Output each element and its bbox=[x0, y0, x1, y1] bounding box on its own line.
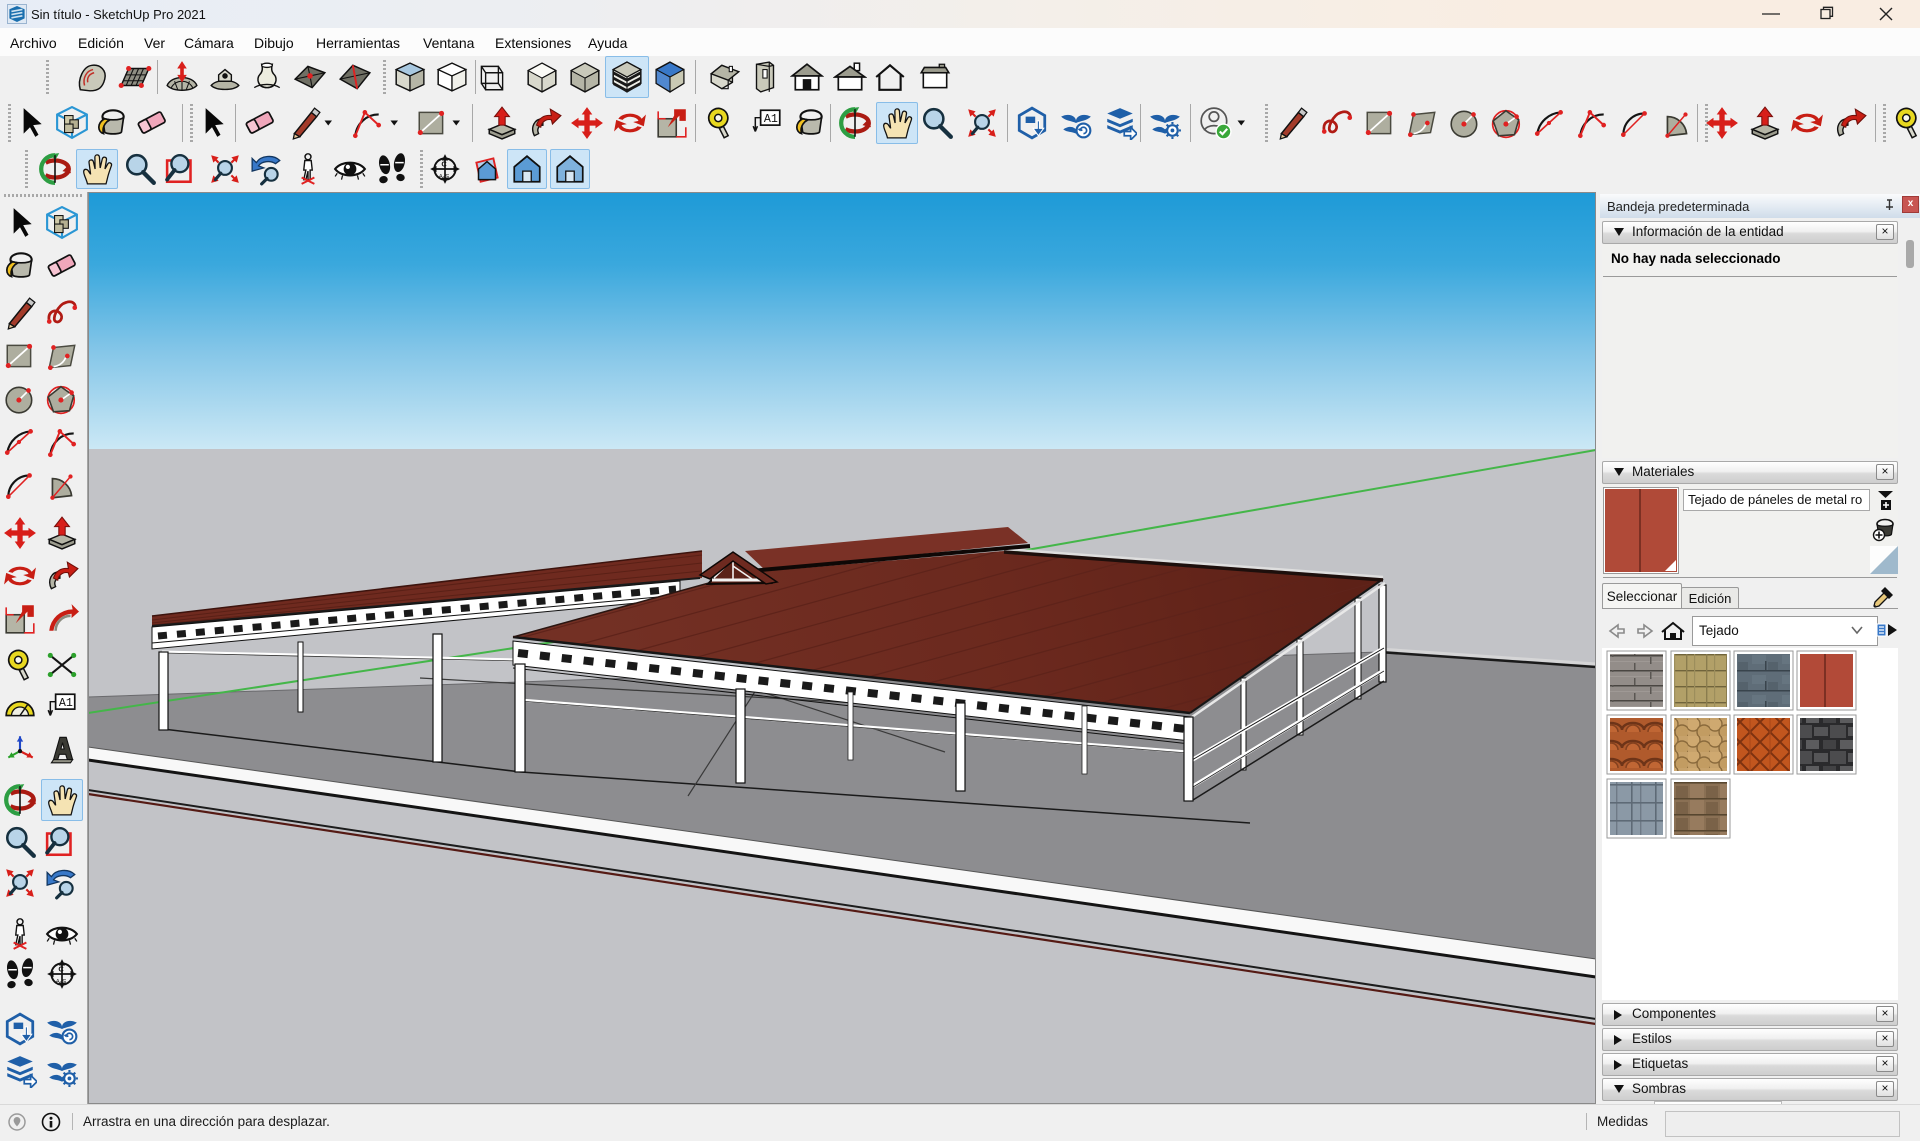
svg-text:A1: A1 bbox=[59, 696, 73, 710]
svg-text:A-S: A-S bbox=[439, 174, 450, 181]
svg-text:A-S: A-S bbox=[56, 979, 67, 986]
svg-text:A1: A1 bbox=[764, 112, 778, 126]
svg-text:C: C bbox=[441, 159, 447, 168]
svg-text:C: C bbox=[58, 964, 64, 973]
